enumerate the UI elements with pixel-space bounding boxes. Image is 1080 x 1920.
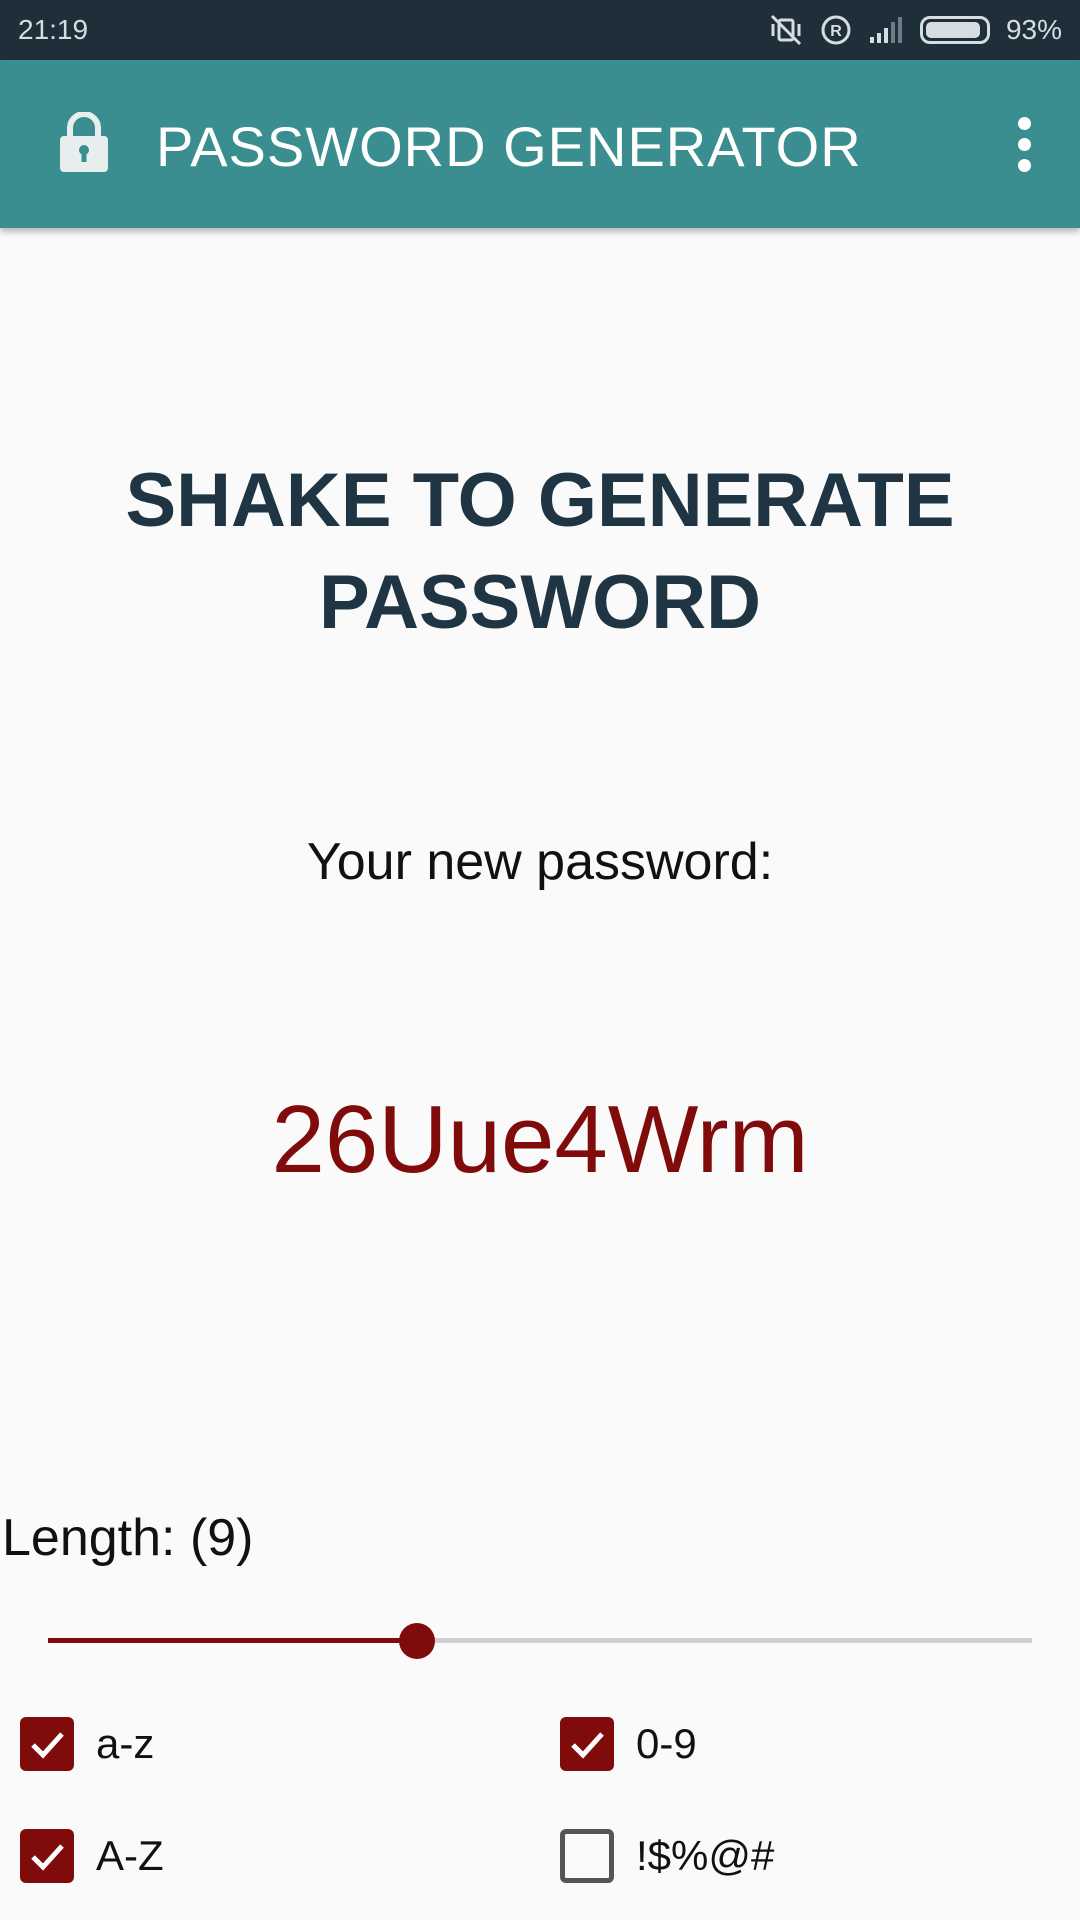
- shake-instruction-heading: SHAKE TO GENERATE PASSWORD: [125, 458, 955, 645]
- option-label: A-Z: [96, 1832, 164, 1879]
- app-bar: PASSWORD GENERATOR: [0, 60, 1080, 228]
- option-label: a-z: [96, 1720, 155, 1767]
- generated-password: 26Uue4Wrm: [271, 1086, 809, 1193]
- registered-icon: R: [820, 14, 852, 46]
- option-lowercase[interactable]: a-z: [20, 1714, 154, 1774]
- status-icons: R 93%: [752, 10, 1062, 50]
- checkbox-symbols[interactable]: [560, 1829, 614, 1883]
- status-time: 21:19: [18, 14, 89, 45]
- new-password-label: Your new password:: [306, 833, 774, 891]
- option-uppercase[interactable]: A-Z: [20, 1826, 164, 1886]
- option-label: !$%@#: [636, 1832, 775, 1879]
- check-icon: [31, 1732, 64, 1759]
- checkbox-digits[interactable]: [560, 1717, 614, 1771]
- checkbox-uppercase[interactable]: [20, 1829, 74, 1883]
- battery-icon: [919, 16, 990, 44]
- length-label: Length: (9): [2, 1509, 254, 1567]
- check-icon: [31, 1844, 64, 1871]
- signal-icon: [868, 15, 904, 45]
- battery-percent: 93%: [1005, 14, 1062, 45]
- option-digits[interactable]: 0-9: [560, 1714, 697, 1774]
- app-title: PASSWORD GENERATOR: [156, 115, 862, 178]
- option-symbols[interactable]: !$%@#: [560, 1826, 774, 1886]
- svg-text:R: R: [830, 23, 842, 40]
- status-bar: 21:19 R 93%: [0, 0, 1080, 60]
- slider-thumb[interactable]: [399, 1623, 435, 1659]
- slider-fill: [48, 1638, 417, 1643]
- checkbox-lowercase[interactable]: [20, 1717, 74, 1771]
- lock-icon: [58, 111, 110, 174]
- overflow-menu-icon[interactable]: [996, 110, 1052, 178]
- battery-level: [925, 22, 980, 38]
- option-label: 0-9: [636, 1720, 697, 1767]
- check-icon: [571, 1732, 604, 1759]
- mute-vibrate-icon: [768, 12, 804, 48]
- length-slider[interactable]: [48, 1620, 1032, 1660]
